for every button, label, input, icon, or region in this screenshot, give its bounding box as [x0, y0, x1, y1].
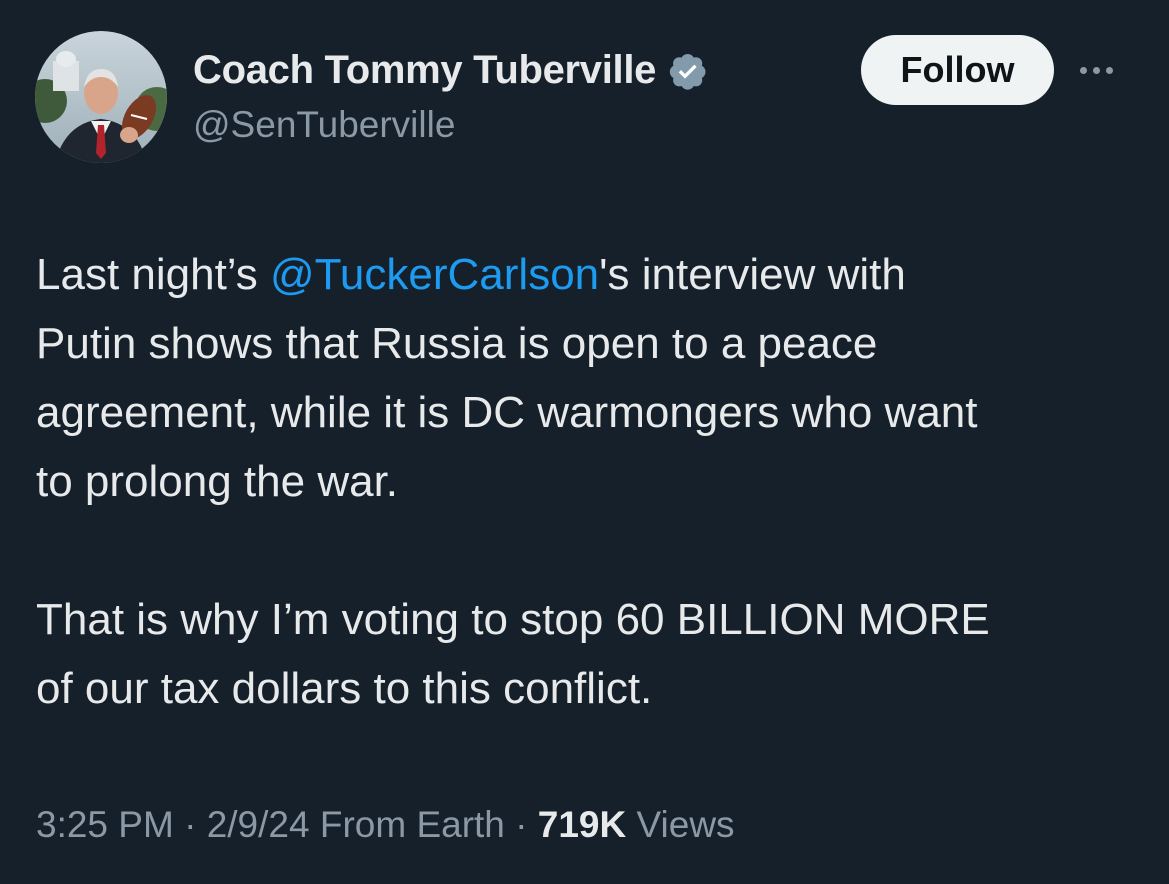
tweet-time[interactable]: 3:25 PM — [36, 804, 174, 845]
follow-button[interactable]: Follow — [861, 35, 1054, 105]
tweet-line: of our tax dollars to this conflict. — [36, 664, 653, 713]
tweet-text: Last night’s @TuckerCarlson's interview … — [36, 240, 1146, 723]
avatar[interactable] — [35, 31, 167, 163]
tweet-line: Putin shows that Russia is open to a pea… — [36, 319, 878, 368]
views-count[interactable]: 719K — [538, 804, 626, 845]
tweet-line: agreement, while it is DC warmongers who… — [36, 388, 978, 437]
more-dot — [1093, 66, 1100, 74]
verified-badge-icon[interactable] — [668, 51, 708, 91]
tweet-line: That is why I’m voting to stop 60 BILLIO… — [36, 595, 990, 644]
meta-separator: · — [184, 804, 197, 845]
author-name-row: Coach Tommy Tuberville — [193, 48, 708, 93]
mention-link[interactable]: @TuckerCarlson — [270, 250, 599, 299]
tweet-date[interactable]: 2/9/24 — [207, 804, 310, 845]
tweet-meta: 3:25 PM · 2/9/24 From Earth · 719K Views — [36, 804, 735, 846]
author-handle[interactable]: @SenTuberville — [193, 104, 455, 146]
more-dot — [1080, 66, 1087, 74]
tweet-text-segment: Last night’s — [36, 250, 271, 299]
tweet-line: Last night’s @TuckerCarlson's interview … — [36, 240, 1146, 309]
tweet-card: Coach Tommy Tuberville @SenTuberville Fo… — [0, 0, 1169, 884]
more-options-icon[interactable] — [1080, 52, 1128, 88]
author-display-name[interactable]: Coach Tommy Tuberville — [193, 48, 656, 93]
tweet-line: to prolong the war. — [36, 457, 399, 506]
avatar-image — [35, 31, 167, 163]
more-dot — [1106, 66, 1113, 74]
tweet-text-segment: 's interview with — [599, 250, 906, 299]
meta-separator: · — [515, 804, 528, 845]
views-label: Views — [636, 804, 735, 845]
tweet-source: From Earth — [319, 804, 505, 845]
